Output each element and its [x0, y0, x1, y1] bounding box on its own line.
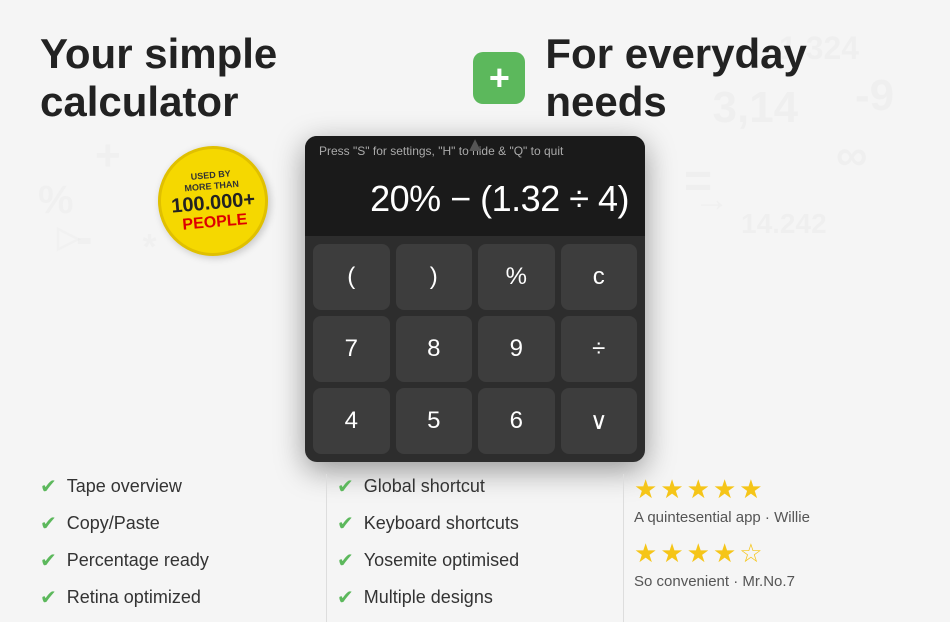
calc-buttons: ()%c 789÷ 456∨ — [305, 236, 645, 462]
feature-item: ✔ Copy/Paste — [40, 511, 316, 536]
star-icon: ★ — [634, 538, 657, 569]
features-area: ✔ Tape overview✔ Copy/Paste✔ Percentage … — [0, 456, 950, 622]
header: Your simple calculator + For everyday ne… — [0, 0, 950, 136]
star-icon: ★ — [687, 538, 710, 569]
feature-item: ✔ Percentage ready — [40, 548, 316, 573]
star-icon: ★ — [660, 474, 683, 505]
calc-button[interactable]: 7 — [313, 316, 390, 382]
feature-item: ✔ Tape overview — [40, 474, 316, 499]
calc-button[interactable]: ) — [396, 244, 473, 310]
calc-expression: 20% − (1.32 ÷ 4) — [321, 178, 629, 220]
calc-button[interactable]: 5 — [396, 388, 473, 454]
review-text: A quintesential app · Willie — [634, 509, 910, 526]
divider-1 — [326, 474, 327, 622]
check-icon: ✔ — [40, 585, 57, 610]
calc-button[interactable]: ∨ — [561, 388, 638, 454]
features-col-1: ✔ Tape overview✔ Copy/Paste✔ Percentage … — [40, 474, 316, 622]
stars-row: ★★★★☆ — [634, 538, 910, 569]
reviews-col: ★★★★★A quintesential app · Willie★★★★☆So… — [634, 474, 910, 622]
calc-button[interactable]: ÷ — [561, 316, 638, 382]
features-col-2: ✔ Global shortcut✔ Keyboard shortcuts✔ Y… — [337, 474, 613, 622]
connector-arrow: ▲ — [465, 136, 485, 157]
calc-button[interactable]: c — [561, 244, 638, 310]
check-icon: ✔ — [40, 511, 57, 536]
star-icon: ★ — [634, 474, 657, 505]
feature-label: Retina optimized — [67, 587, 201, 608]
main-content: USED BYMORE THAN 100.000+ PEOPLE ▲ Press… — [0, 136, 950, 456]
plus-icon: + — [473, 52, 525, 104]
calc-button[interactable]: % — [478, 244, 555, 310]
check-icon: ✔ — [337, 585, 354, 610]
header-title-left: Your simple calculator — [40, 30, 453, 126]
badge-container: USED BYMORE THAN 100.000+ PEOPLE — [158, 146, 268, 256]
calc-button[interactable]: 8 — [396, 316, 473, 382]
check-icon: ✔ — [337, 548, 354, 573]
star-icon: ★ — [739, 474, 762, 505]
feature-label: Copy/Paste — [67, 513, 160, 534]
review-text: So convenient · Mr.No.7 — [634, 573, 910, 590]
star-icon: ★ — [660, 538, 683, 569]
calc-button[interactable]: 4 — [313, 388, 390, 454]
badge: USED BYMORE THAN 100.000+ PEOPLE — [153, 141, 272, 260]
star-icon: ★ — [713, 538, 736, 569]
star-icon: ☆ — [739, 538, 762, 569]
header-title-right: For everyday needs — [545, 30, 910, 126]
feature-item: ✔ Global shortcut — [337, 474, 613, 499]
feature-label: Tape overview — [67, 476, 182, 497]
check-icon: ✔ — [337, 474, 354, 499]
calc-button[interactable]: 9 — [478, 316, 555, 382]
feature-label: Keyboard shortcuts — [364, 513, 519, 534]
feature-label: Global shortcut — [364, 476, 485, 497]
feature-item: ✔ Keyboard shortcuts — [337, 511, 613, 536]
star-icon: ★ — [687, 474, 710, 505]
calc-display: 20% − (1.32 ÷ 4) — [305, 166, 645, 236]
star-icon: ★ — [713, 474, 736, 505]
feature-item: ✔ Yosemite optimised — [337, 548, 613, 573]
feature-label: Percentage ready — [67, 550, 209, 571]
calculator: ▲ Press "S" for settings, "H" to hide & … — [305, 136, 645, 462]
feature-label: Yosemite optimised — [364, 550, 519, 571]
feature-item: ✔ Multiple designs — [337, 585, 613, 610]
check-icon: ✔ — [337, 511, 354, 536]
check-icon: ✔ — [40, 548, 57, 573]
check-icon: ✔ — [40, 474, 57, 499]
calc-button[interactable]: 6 — [478, 388, 555, 454]
feature-item: ✔ Retina optimized — [40, 585, 316, 610]
divider-2 — [623, 474, 624, 622]
stars-row: ★★★★★ — [634, 474, 910, 505]
calc-button[interactable]: ( — [313, 244, 390, 310]
feature-label: Multiple designs — [364, 587, 493, 608]
